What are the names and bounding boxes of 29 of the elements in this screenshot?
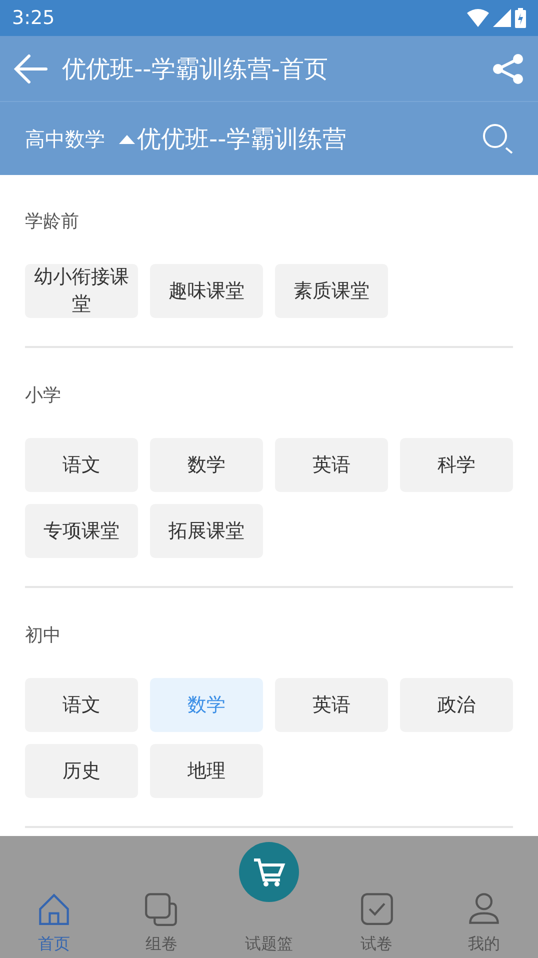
signal-icon [493,9,511,27]
category-chip[interactable]: 语文 [25,438,138,492]
category-chip[interactable]: 历史 [25,744,138,798]
section-heading: 小学 [25,384,62,408]
checkbox-icon [360,892,394,926]
category-chip[interactable]: 幼小衔接课堂 [25,264,138,318]
home-icon [36,892,71,926]
category-chip[interactable]: 英语 [275,678,388,732]
section-heading: 初中 [25,624,62,648]
search-icon[interactable] [482,122,514,154]
wifi-icon [467,9,489,27]
user-icon [467,892,502,926]
category-chip[interactable]: 政治 [400,678,513,732]
category-chip[interactable]: 科学 [400,438,513,492]
category-chip[interactable]: 英语 [275,438,388,492]
status-time: 3:25 [12,6,55,31]
back-icon[interactable] [14,54,48,84]
category-chip[interactable]: 素质课堂 [275,264,388,318]
page-title: 优优班--学霸训练营-首页 [62,54,329,84]
category-chip[interactable]: 专项课堂 [25,504,138,558]
category-chip[interactable]: 拓展课堂 [150,504,263,558]
stack-icon [144,892,178,926]
category-chip[interactable]: 数学 [150,438,263,492]
category-chip[interactable]: 地理 [150,744,263,798]
section-heading: 学龄前 [25,210,80,234]
battery-icon [515,8,526,28]
share-icon[interactable] [492,52,524,84]
category-chip[interactable]: 语文 [25,678,138,732]
category-chip[interactable]: 趣味课堂 [150,264,263,318]
